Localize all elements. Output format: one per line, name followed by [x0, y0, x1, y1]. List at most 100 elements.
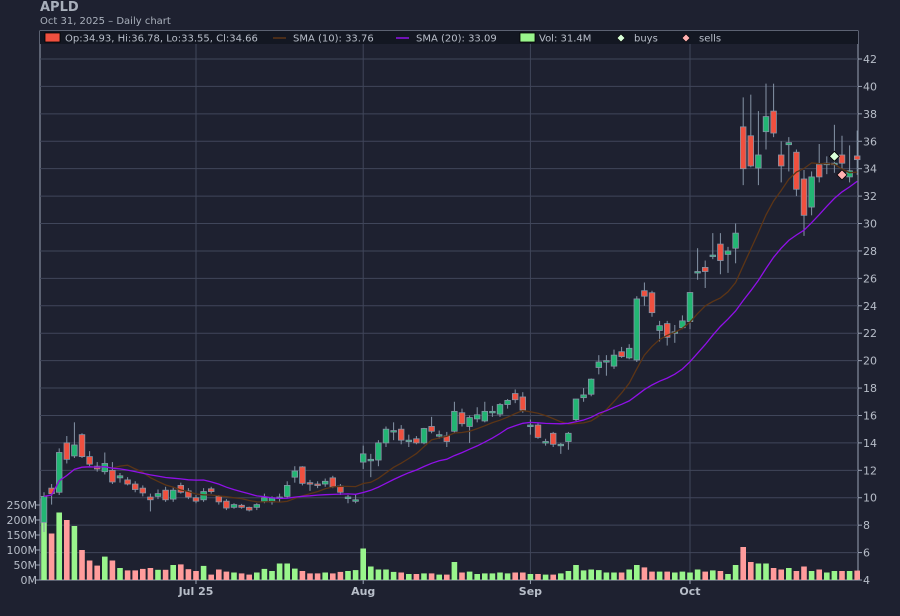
volume-bar [611, 572, 617, 580]
volume-bar [740, 547, 746, 580]
candle-body [451, 410, 458, 432]
candle-body [641, 290, 648, 297]
candle-body [762, 116, 770, 133]
volume-bar [345, 571, 351, 580]
volume-bar [436, 574, 442, 580]
candle-body [253, 504, 260, 508]
volume-bar [512, 572, 518, 580]
volume-bar [710, 570, 716, 580]
candle-body [359, 453, 367, 463]
candle-body [595, 361, 602, 368]
candle-body [367, 458, 374, 462]
candle-body [481, 410, 488, 422]
candle-body [154, 493, 162, 497]
candle-body [656, 325, 663, 331]
candle-body [785, 142, 792, 146]
volume-bar [793, 571, 800, 580]
legend-sells: sells [699, 34, 721, 45]
volume-bar [71, 526, 78, 580]
volume-bar [596, 570, 602, 580]
legend-sma20: SMA (20): 33.09 [416, 34, 497, 45]
vol-tick-label: 200M [7, 514, 38, 527]
volume-bar [725, 574, 731, 580]
candle-body [565, 432, 572, 442]
y-tick-label: 36 [863, 135, 877, 148]
candle-body [397, 428, 405, 441]
volume-bar [497, 572, 503, 580]
candle-body [215, 495, 222, 503]
y-tick-label: 32 [863, 190, 877, 203]
volume-bar [360, 548, 366, 580]
y-tick-label: 24 [863, 300, 877, 313]
y-tick-label: 8 [863, 519, 870, 532]
volume-bar [284, 563, 290, 580]
volume-bar [276, 563, 283, 580]
volume-bar [132, 570, 138, 580]
volume-bar [299, 571, 306, 580]
vol-tick-label: 150M [7, 529, 38, 542]
volume-bar [200, 565, 207, 580]
candle-body [686, 292, 694, 322]
volume-bar [573, 565, 579, 580]
candle-body [603, 360, 610, 363]
volume-bar [466, 571, 473, 580]
volume-bar [86, 560, 93, 580]
volume-bar [755, 563, 762, 580]
volume-bar [64, 520, 70, 580]
y-tick-label: 10 [863, 492, 877, 505]
volume-bar [816, 569, 822, 580]
ohlc-swatch [44, 32, 61, 43]
volume-bar [558, 573, 564, 580]
volume-bar [406, 574, 412, 580]
volume-bar [679, 571, 686, 580]
candle-body [473, 414, 481, 420]
volume-bar [474, 574, 480, 580]
volume-bar [634, 565, 640, 580]
candle-body [192, 497, 200, 502]
volume-bar [375, 569, 382, 580]
volume-bar [482, 573, 488, 580]
candle-body [519, 396, 526, 411]
candle-body [610, 354, 618, 367]
y-tick-label: 28 [863, 245, 877, 258]
y-tick-label: 6 [863, 547, 870, 560]
volume-bar [831, 571, 838, 580]
candle-body [420, 428, 428, 444]
volume-bar [444, 574, 450, 580]
candle-body [291, 470, 298, 478]
y-tick-label: 14 [863, 437, 877, 450]
candle-body [223, 500, 230, 509]
volume-bar [79, 550, 85, 580]
volume-bar [398, 572, 404, 580]
candle-body [542, 441, 549, 444]
candle-body [534, 424, 542, 438]
candle-body [413, 438, 420, 444]
y-tick-label: 30 [863, 218, 877, 231]
volume-bar [383, 569, 389, 580]
volume-bar [801, 566, 807, 580]
candle-body [78, 434, 86, 458]
volume-bar [337, 571, 344, 580]
volume-bar [732, 565, 739, 580]
price-chart: 4 6 8 10 12 14 16 18 20 22 24 26 28 30 32 34 36 38 40 42 0M 5… [7, 30, 877, 598]
candle-body [527, 424, 534, 427]
y-tick-label: 42 [863, 53, 877, 66]
volume-bar [56, 512, 62, 580]
volume-bar [390, 571, 397, 580]
volume-bar [231, 572, 237, 580]
volume-bar [413, 574, 420, 580]
candle-body [466, 417, 473, 427]
volume-bar [48, 533, 55, 580]
y-tick-label: 26 [863, 272, 877, 285]
volume-bar [489, 573, 496, 580]
y-tick-label: 22 [863, 327, 877, 340]
candle-body [489, 410, 496, 414]
volume-bar [94, 565, 100, 580]
volume-bar [216, 569, 222, 580]
vol-tick-label: 250M [7, 499, 38, 512]
x-tick-label: Aug [351, 585, 375, 598]
volume-bar [603, 572, 610, 580]
volume-bar [330, 573, 336, 580]
candle-body [200, 491, 207, 501]
candle-body [740, 126, 747, 170]
